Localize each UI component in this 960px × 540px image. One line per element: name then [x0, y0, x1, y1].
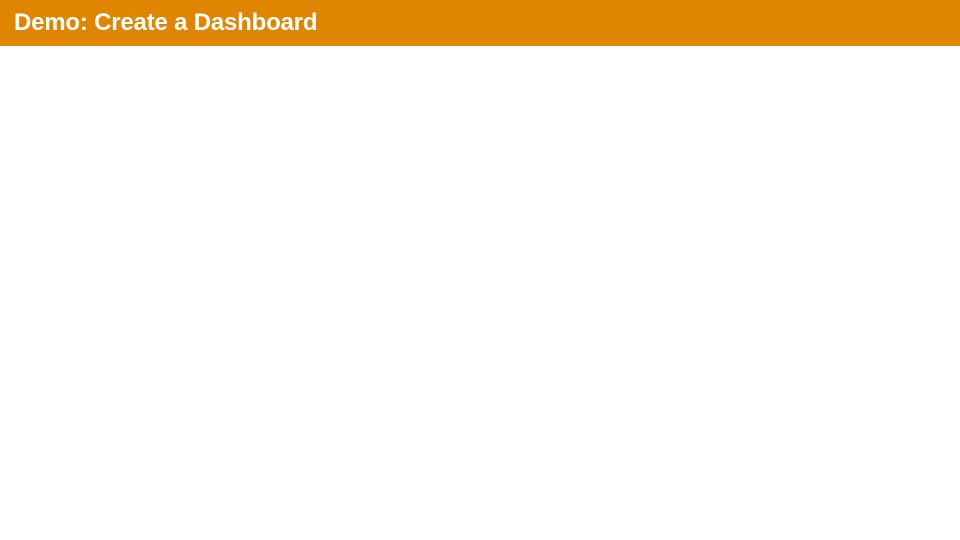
- slide-title: Demo: Create a Dashboard: [14, 9, 317, 37]
- slide-body: [0, 46, 960, 540]
- slide-header: Demo: Create a Dashboard: [0, 0, 960, 46]
